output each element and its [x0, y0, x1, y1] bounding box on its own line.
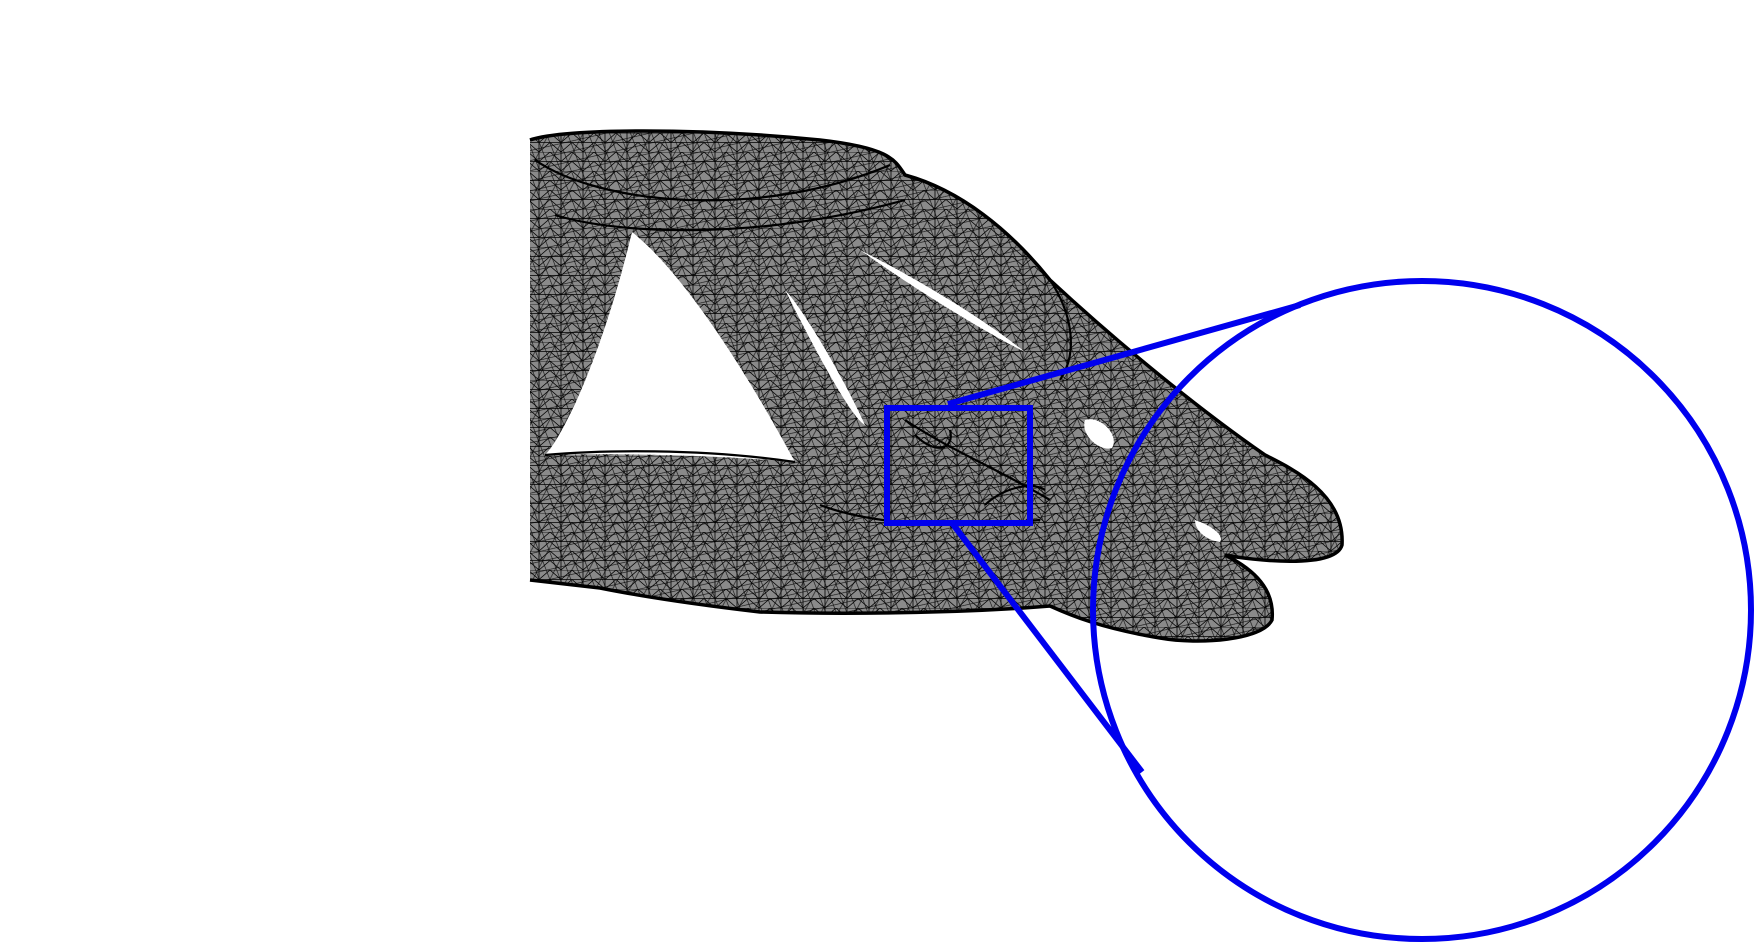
triangulated-mesh-bracket: [529, 129, 1344, 643]
mesh-zoom-figure: [529, 129, 1754, 942]
mesh-wire-overlay: [530, 131, 1343, 641]
